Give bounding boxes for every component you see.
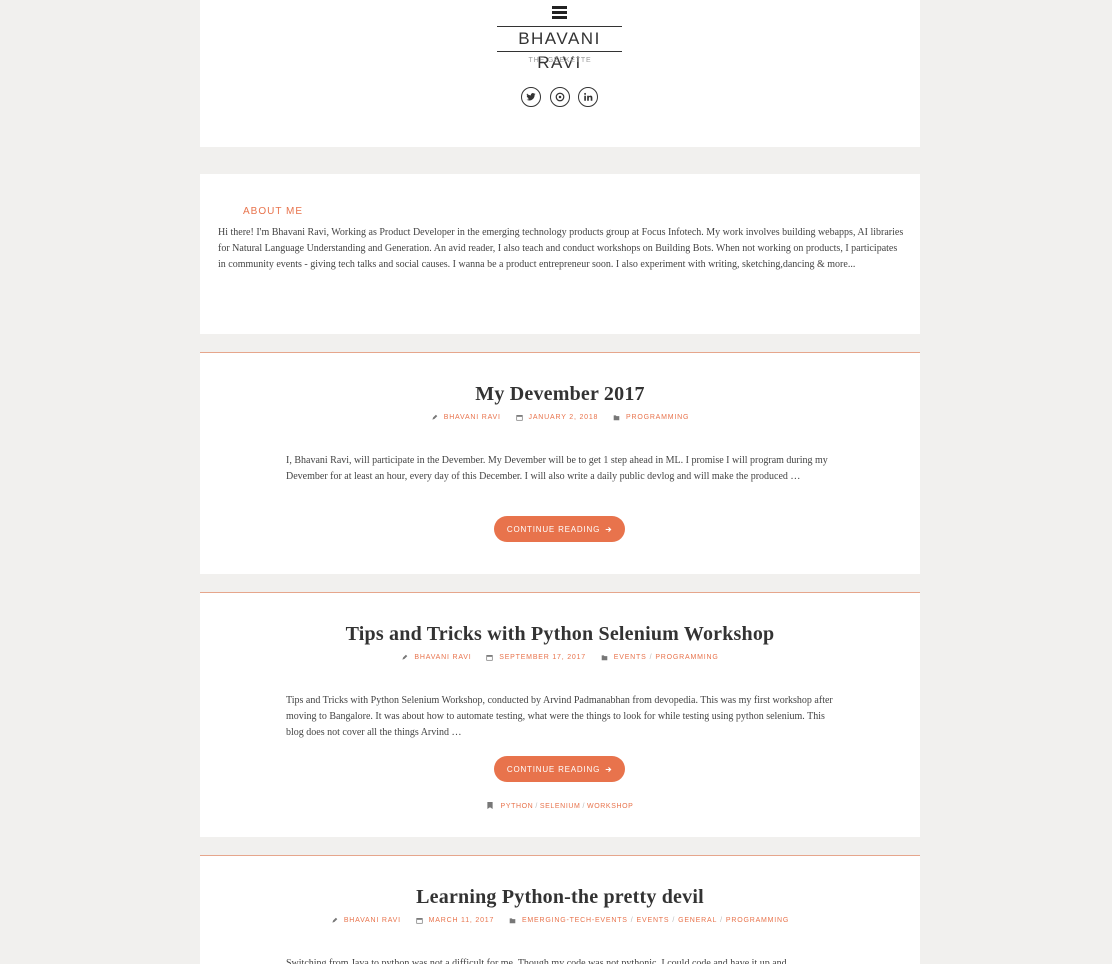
post-meta: BHAVANI RAVI MARCH 11, 2017 EMERGING-TEC… [200, 917, 920, 926]
folder-icon [613, 415, 620, 421]
post-date[interactable]: MARCH 11, 2017 [429, 917, 495, 924]
about-title: ABOUT ME [243, 206, 304, 217]
post-category[interactable]: PROGRAMMING [626, 414, 689, 421]
button-label: CONTINUE READING [506, 764, 601, 774]
folder-icon [509, 918, 516, 924]
post-date[interactable]: JANUARY 2, 2018 [529, 414, 599, 421]
calendar-icon [415, 918, 423, 924]
author-icon [402, 654, 408, 660]
menu-icon[interactable] [552, 6, 567, 19]
post-category[interactable]: GENERAL [678, 917, 717, 924]
dribbble-icon[interactable] [550, 87, 570, 107]
post-title[interactable]: Tips and Tricks with Python Selenium Wor… [200, 623, 920, 646]
post-author[interactable]: BHAVANI RAVI [414, 654, 471, 661]
author-icon [332, 917, 338, 923]
about-widget: ABOUT ME Hi there! I'm Bhavani Ravi, Wor… [200, 174, 920, 334]
author-icon [432, 414, 438, 420]
arrow-right-icon [605, 766, 612, 772]
site-tagline: THE GEEKETTE [528, 57, 592, 64]
post-card: My Devember 2017 BHAVANI RAVI JANUARY 2,… [200, 352, 920, 574]
post-category[interactable]: EVENTS [614, 654, 647, 661]
post-title[interactable]: My Devember 2017 [200, 383, 920, 406]
button-label: CONTINUE READING [506, 524, 601, 534]
tag-icon [486, 802, 493, 809]
post-category[interactable]: EMERGING-TECH-EVENTS [522, 917, 628, 924]
continue-reading-button[interactable]: CONTINUE READING [494, 516, 625, 542]
site-header: BHAVANI RAVI THE GEEKETTE [200, 0, 920, 147]
arrow-right-icon [605, 526, 612, 532]
site-title[interactable]: BHAVANI RAVI [497, 26, 622, 72]
post-meta: BHAVANI RAVI JANUARY 2, 2018 PROGRAMMING [200, 414, 920, 423]
post-category[interactable]: EVENTS [637, 917, 670, 924]
calendar-icon [486, 655, 493, 661]
tag-link[interactable]: WORKSHOP [587, 803, 633, 810]
post-meta: BHAVANI RAVI SEPTEMBER 17, 2017 EVENTS / P… [200, 654, 920, 663]
post-author[interactable]: BHAVANI RAVI [344, 917, 401, 924]
post-date[interactable]: SEPTEMBER 17, 2017 [499, 654, 586, 661]
post-author[interactable]: BHAVANI RAVI [444, 414, 501, 421]
tag-link[interactable]: SELENIUM [540, 803, 581, 810]
post-card: Tips and Tricks with Python Selenium Wor… [200, 592, 920, 837]
post-title[interactable]: Learning Python-the pretty devil [200, 886, 920, 909]
calendar-icon [515, 415, 523, 421]
post-tags: PYTHON / SELENIUM / WORKSHOP [200, 802, 920, 810]
post-category[interactable]: PROGRAMMING [655, 654, 718, 661]
post-card: Learning Python-the pretty devil BHAVANI… [200, 855, 920, 964]
post-category[interactable]: PROGRAMMING [726, 917, 789, 924]
linkedin-icon[interactable] [578, 87, 598, 107]
about-text: Hi there! I'm Bhavani Ravi, Working as P… [218, 227, 904, 270]
post-excerpt: Switching from Java to python was not a … [286, 958, 787, 964]
tag-link[interactable]: PYTHON [501, 803, 534, 810]
folder-icon [601, 655, 608, 661]
post-excerpt: Tips and Tricks with Python Selenium Wor… [286, 695, 833, 738]
post-excerpt: I, Bhavani Ravi, will participate in the… [286, 455, 828, 482]
twitter-icon[interactable] [521, 87, 541, 107]
continue-reading-button[interactable]: CONTINUE READING [494, 756, 625, 782]
